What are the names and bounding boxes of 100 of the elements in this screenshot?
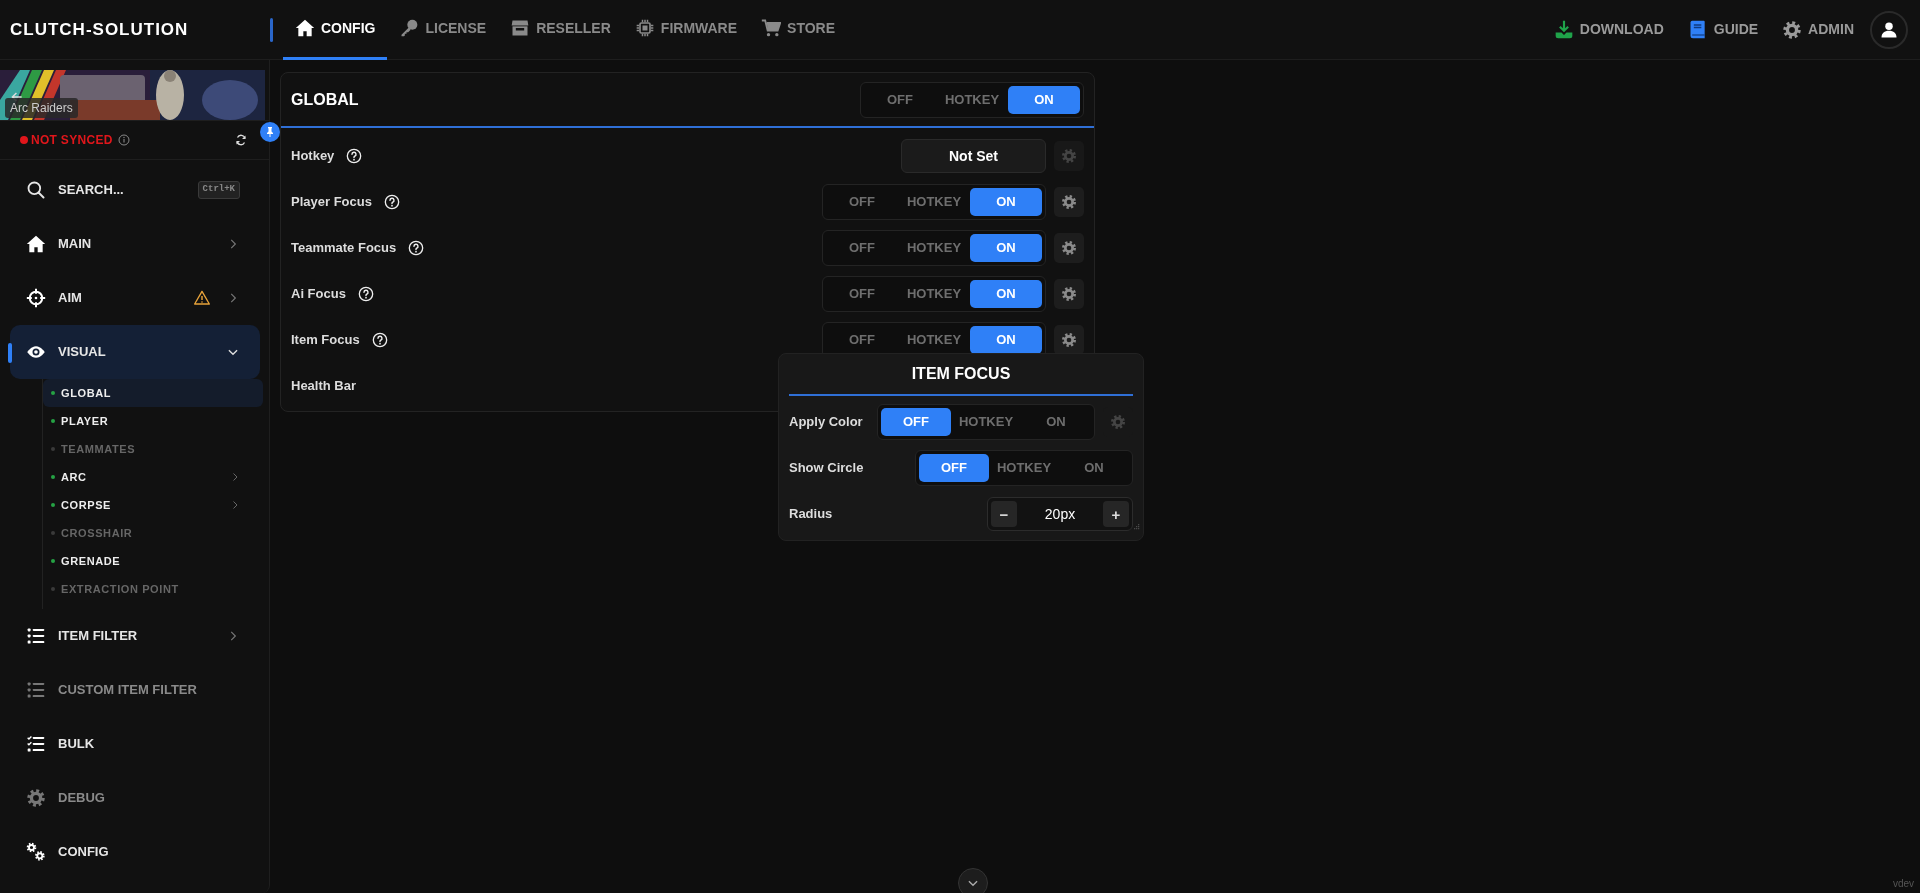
setting-label: Show Circle — [789, 459, 864, 478]
stepper-value: 20px — [1043, 504, 1077, 524]
mode-option[interactable]: OFF — [826, 188, 898, 216]
settings-button[interactable] — [1054, 233, 1084, 263]
popup-title: ITEM FOCUS — [911, 364, 1011, 384]
nav-tab[interactable]: STORE — [749, 0, 848, 60]
mode-option[interactable]: HOTKEY — [898, 188, 970, 216]
mode-option[interactable]: HOTKEY — [898, 280, 970, 308]
mode-option[interactable]: ON — [970, 188, 1042, 216]
pin-button[interactable] — [260, 122, 280, 142]
avatar-button[interactable] — [1870, 10, 1908, 49]
user-icon — [1880, 20, 1898, 39]
mode-option[interactable]: ON — [970, 326, 1042, 354]
setting-label: Hotkey — [291, 147, 335, 166]
submenu-item[interactable]: TEAMMATES — [43, 435, 263, 463]
crosshair-icon — [26, 288, 46, 308]
mode-option[interactable]: OFF — [881, 408, 951, 436]
checklist-icon — [26, 734, 46, 754]
settings-icon — [1061, 240, 1077, 256]
scroll-down-button[interactable] — [958, 868, 988, 893]
panel-title: GLOBAL — [291, 89, 359, 110]
sidebar-item[interactable]: CONFIG — [10, 825, 260, 879]
nav-link[interactable]: DOWNLOAD — [1541, 19, 1676, 40]
mode-option[interactable]: HOTKEY — [989, 454, 1059, 482]
game-title: Arc Raiders — [5, 98, 78, 118]
setting-label: Ai Focus — [291, 285, 346, 304]
chip-icon — [634, 18, 655, 38]
mode-option[interactable]: HOTKEY — [936, 85, 1008, 114]
submenu-item[interactable]: GRENADE — [43, 547, 263, 575]
list-icon — [26, 680, 46, 700]
refresh-icon — [235, 134, 247, 146]
sidebar-item[interactable]: AIM — [10, 271, 260, 325]
shortcut-key: Ctrl+K — [197, 181, 240, 199]
mode-option[interactable]: HOTKEY — [898, 326, 970, 354]
nav-tab[interactable]: RESELLER — [498, 0, 623, 60]
help-icon — [383, 194, 400, 210]
sidebar-item[interactable]: ITEM FILTER — [10, 609, 260, 663]
search-button[interactable]: SEARCH... Ctrl+K — [10, 163, 260, 217]
home-icon — [295, 18, 315, 38]
mode-option[interactable]: OFF — [826, 234, 898, 262]
submenu-item[interactable]: ARC — [43, 463, 263, 491]
settings-icon — [1061, 194, 1077, 210]
setting-label: Radius — [789, 505, 833, 524]
setting-label: Item Focus — [291, 331, 360, 350]
settings-icon — [26, 788, 46, 808]
mode-option[interactable]: ON — [1059, 454, 1129, 482]
nav-tab[interactable]: CONFIG — [283, 0, 388, 60]
settings-icon — [1110, 414, 1126, 430]
increment-button[interactable]: + — [1103, 501, 1129, 527]
nav-tab[interactable]: LICENSE — [387, 0, 499, 60]
settings-icon — [1061, 286, 1077, 302]
settings-button[interactable] — [1054, 325, 1084, 355]
warning-icon — [194, 290, 210, 306]
nav-link[interactable]: ADMIN — [1770, 19, 1866, 40]
key-icon — [399, 18, 420, 38]
submenu-item[interactable]: CORPSE — [43, 491, 263, 519]
gears-icon — [26, 842, 46, 862]
setting-label: Player Focus — [291, 193, 372, 212]
sidebar-item[interactable]: VISUAL — [10, 325, 260, 379]
decrement-button[interactable]: − — [991, 501, 1017, 527]
book-icon — [1687, 19, 1708, 40]
settings-button[interactable] — [1054, 279, 1084, 309]
help-icon — [346, 148, 363, 164]
settings-icon — [1061, 332, 1077, 348]
resize-grip-icon — [1132, 521, 1140, 530]
mode-option[interactable]: HOTKEY — [898, 234, 970, 262]
mode-option[interactable]: OFF — [864, 85, 936, 114]
settings-button[interactable] — [1054, 187, 1084, 217]
mode-option[interactable]: ON — [1008, 85, 1080, 114]
submenu-item[interactable]: PLAYER — [43, 407, 263, 435]
stepper-field[interactable]: − 20px + — [987, 497, 1133, 531]
mode-option[interactable]: OFF — [826, 280, 898, 308]
help-icon — [408, 240, 425, 256]
mode-option[interactable]: OFF — [919, 454, 989, 482]
nav-tab[interactable]: FIRMWARE — [622, 0, 750, 60]
info-icon — [117, 134, 130, 146]
settings-icon — [1061, 148, 1077, 164]
submenu-item[interactable]: EXTRACTION POINT — [43, 575, 263, 603]
pin-icon — [264, 126, 276, 138]
help-icon — [357, 286, 374, 302]
refresh-button[interactable] — [235, 134, 247, 146]
mode-option[interactable]: HOTKEY — [951, 408, 1021, 436]
submenu-item[interactable]: GLOBAL — [43, 379, 263, 407]
home-icon — [26, 234, 46, 254]
nav-link[interactable]: GUIDE — [1675, 19, 1771, 40]
hotkey-button[interactable]: Not Set — [901, 139, 1046, 173]
mode-option[interactable]: ON — [970, 280, 1042, 308]
help-icon — [371, 332, 388, 348]
search-icon — [26, 180, 46, 200]
list-icon — [26, 626, 46, 646]
mode-option[interactable]: ON — [970, 234, 1042, 262]
mode-option[interactable]: OFF — [826, 326, 898, 354]
download-icon — [1553, 19, 1574, 40]
settings-icon — [1782, 19, 1803, 40]
store-icon — [510, 18, 531, 38]
sidebar-item[interactable]: BULK — [10, 717, 260, 771]
brand-logo: CLUTCH-SOLUTION — [9, 18, 190, 41]
sidebar-item[interactable]: MAIN — [10, 217, 260, 271]
mode-option[interactable]: ON — [1021, 408, 1091, 436]
submenu-item[interactable]: CROSSHAIR — [43, 519, 263, 547]
